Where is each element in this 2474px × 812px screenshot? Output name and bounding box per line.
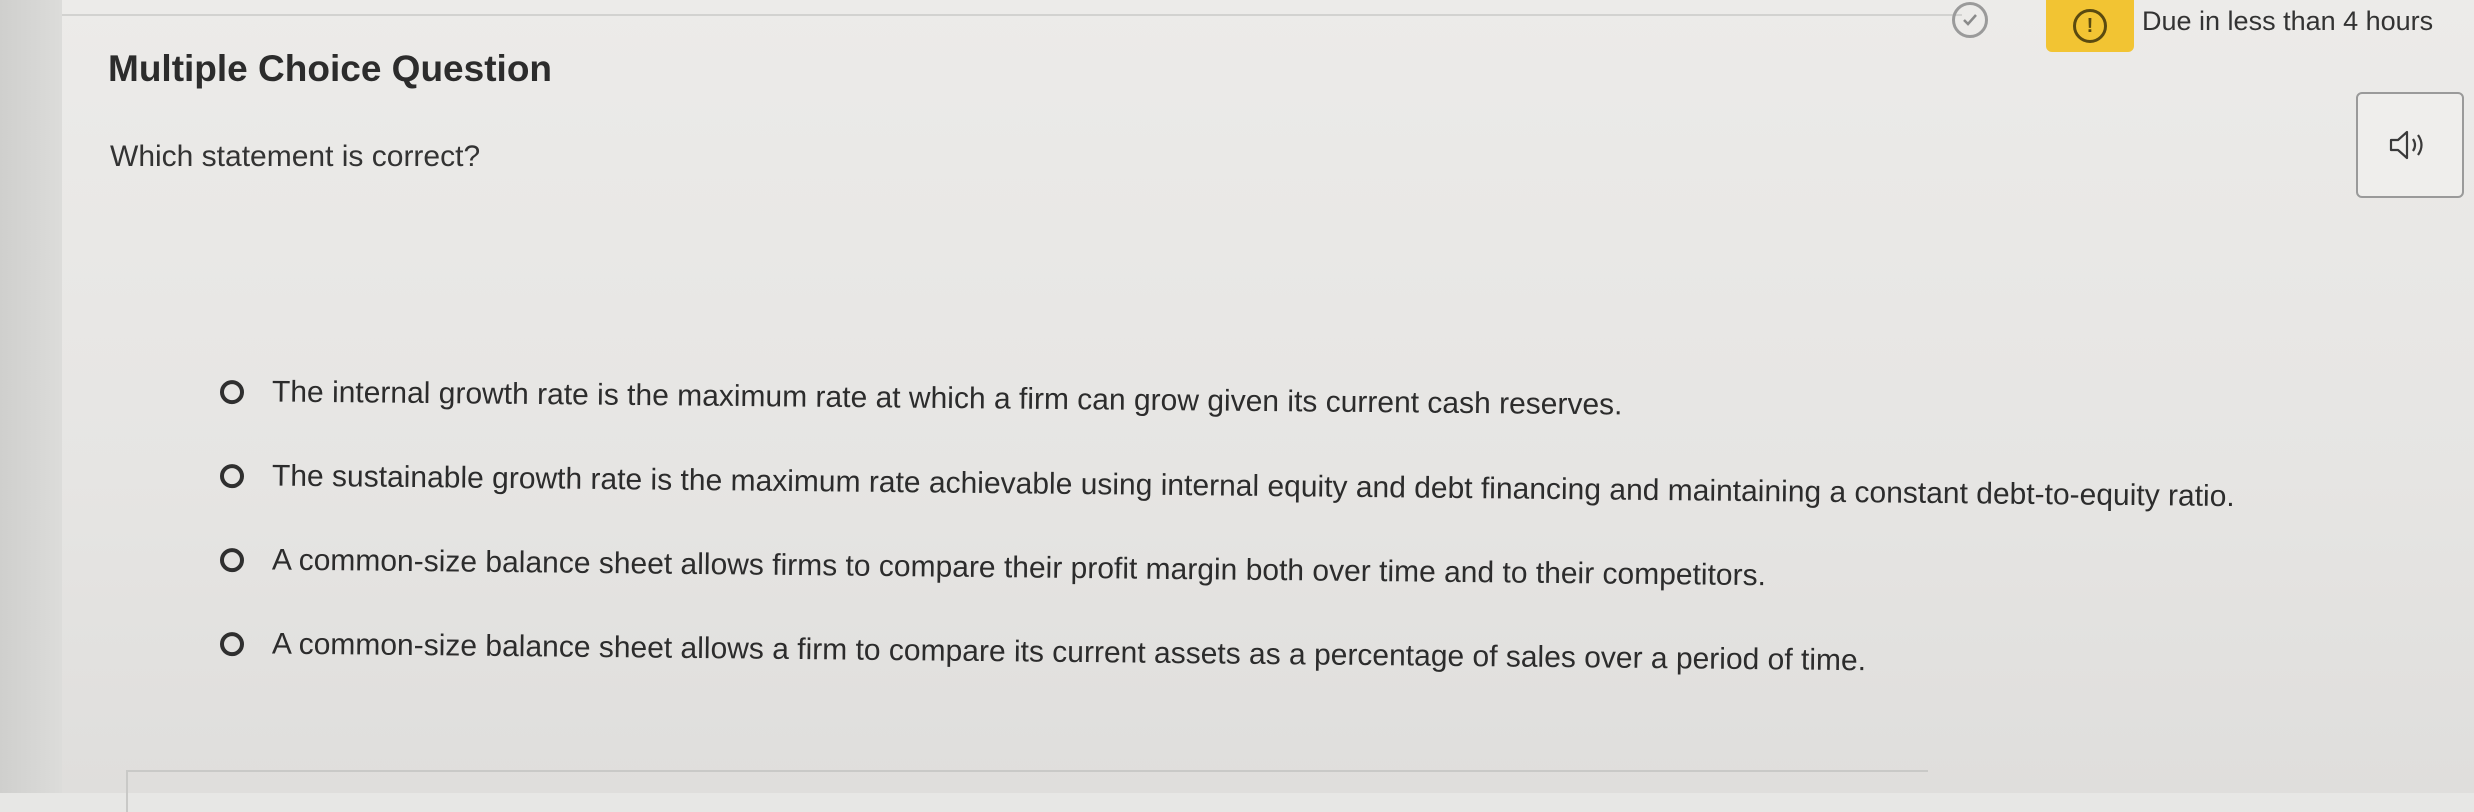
check-circle-icon[interactable] [1952, 2, 1988, 38]
read-aloud-button[interactable] [2356, 92, 2464, 198]
radio-button-3[interactable] [219, 548, 245, 573]
speaker-icon [2389, 130, 2423, 160]
exclamation-circle-icon: ! [2073, 9, 2107, 43]
option-label-1: The internal growth rate is the maximum … [271, 375, 1623, 422]
radio-button-2[interactable] [219, 464, 245, 489]
option-label-2: The sustainable growth rate is the maxim… [271, 459, 2235, 514]
option-label-3: A common-size balance sheet allows firms… [271, 543, 1767, 593]
due-time-text: Due in less than 4 hours [2142, 6, 2434, 36]
due-alert-badge: ! [2046, 0, 2134, 52]
question-type-title: Multiple Choice Question [108, 48, 553, 89]
alert-symbol: ! [2086, 14, 2094, 37]
checkmark-glyph [1963, 14, 1977, 26]
left-margin [0, 0, 62, 793]
due-status-bar: ! Due in less than 4 hours [1952, 0, 2474, 52]
top-divider [62, 14, 1962, 16]
radio-button-1[interactable] [219, 380, 245, 405]
answer-options: The internal growth rate is the maximum … [219, 350, 2420, 686]
next-section-box [126, 770, 1928, 812]
radio-button-4[interactable] [219, 632, 245, 657]
question-prompt: Which statement is correct? [110, 140, 481, 173]
option-label-4: A common-size balance sheet allows a fir… [271, 627, 1867, 678]
